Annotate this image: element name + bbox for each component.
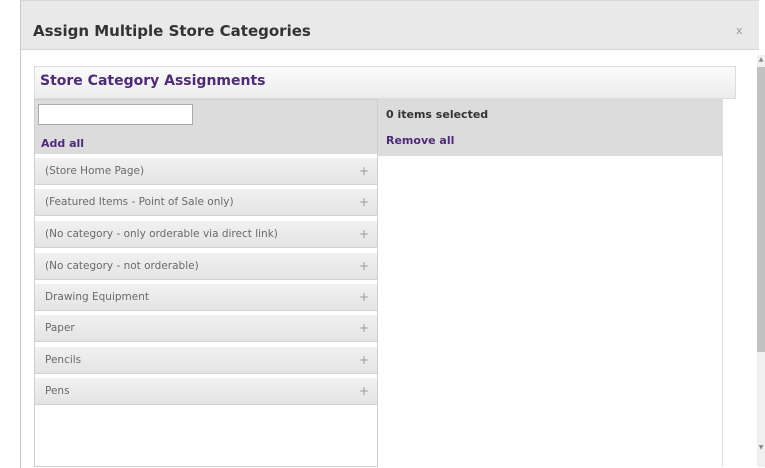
scroll-down-arrow-icon[interactable]: ▼: [757, 443, 765, 453]
plus-icon[interactable]: +: [359, 227, 369, 241]
selected-toolbar: 0 items selected Remove all: [378, 99, 722, 156]
category-label: Pencils: [45, 354, 82, 366]
close-icon[interactable]: x: [736, 24, 743, 37]
category-label: (Featured Items - Point of Sale only): [45, 196, 234, 208]
category-label: Paper: [45, 322, 75, 334]
plus-icon[interactable]: +: [359, 195, 369, 209]
plus-icon[interactable]: +: [359, 353, 369, 367]
category-label: (No category - only orderable via direct…: [45, 228, 278, 240]
scroll-up-arrow-icon[interactable]: ▲: [757, 55, 765, 65]
category-item-pencils[interactable]: Pencils +: [35, 346, 377, 374]
section-header: Store Category Assignments: [34, 66, 736, 99]
plus-icon[interactable]: +: [359, 321, 369, 335]
available-categories-pane: Add all (Store Home Page) + (Featured It…: [34, 99, 378, 467]
category-item-paper[interactable]: Paper +: [35, 314, 377, 342]
category-filter-input[interactable]: [38, 104, 193, 125]
category-label: Pens: [45, 385, 70, 397]
add-all-link[interactable]: Add all: [41, 137, 84, 150]
scrollbar-thumb[interactable]: [757, 67, 765, 352]
category-label: (Store Home Page): [45, 165, 145, 177]
dialog-title: Assign Multiple Store Categories: [33, 22, 311, 40]
category-item-no-category-direct-link[interactable]: (No category - only orderable via direct…: [35, 220, 377, 248]
category-item-drawing-equipment[interactable]: Drawing Equipment +: [35, 283, 377, 311]
dialog-scrollbar[interactable]: ▲ ▼: [757, 55, 765, 467]
plus-icon[interactable]: +: [359, 384, 369, 398]
plus-icon[interactable]: +: [359, 290, 369, 304]
category-item-featured-items[interactable]: (Featured Items - Point of Sale only) +: [35, 188, 377, 216]
available-toolbar: Add all: [35, 100, 377, 154]
category-label: Drawing Equipment: [45, 291, 149, 303]
category-item-pens[interactable]: Pens +: [35, 377, 377, 405]
section-title: Store Category Assignments: [40, 73, 266, 89]
dialog-header: Assign Multiple Store Categories: [21, 1, 759, 50]
plus-icon[interactable]: +: [359, 164, 369, 178]
selected-count: 0 items selected: [386, 108, 489, 121]
category-item-store-home-page[interactable]: (Store Home Page) +: [35, 157, 377, 185]
category-label: (No category - not orderable): [45, 260, 199, 272]
remove-all-link[interactable]: Remove all: [386, 134, 454, 147]
plus-icon[interactable]: +: [359, 259, 369, 273]
selected-categories-pane: 0 items selected Remove all: [377, 99, 723, 467]
category-item-no-category-not-orderable[interactable]: (No category - not orderable) +: [35, 252, 377, 280]
